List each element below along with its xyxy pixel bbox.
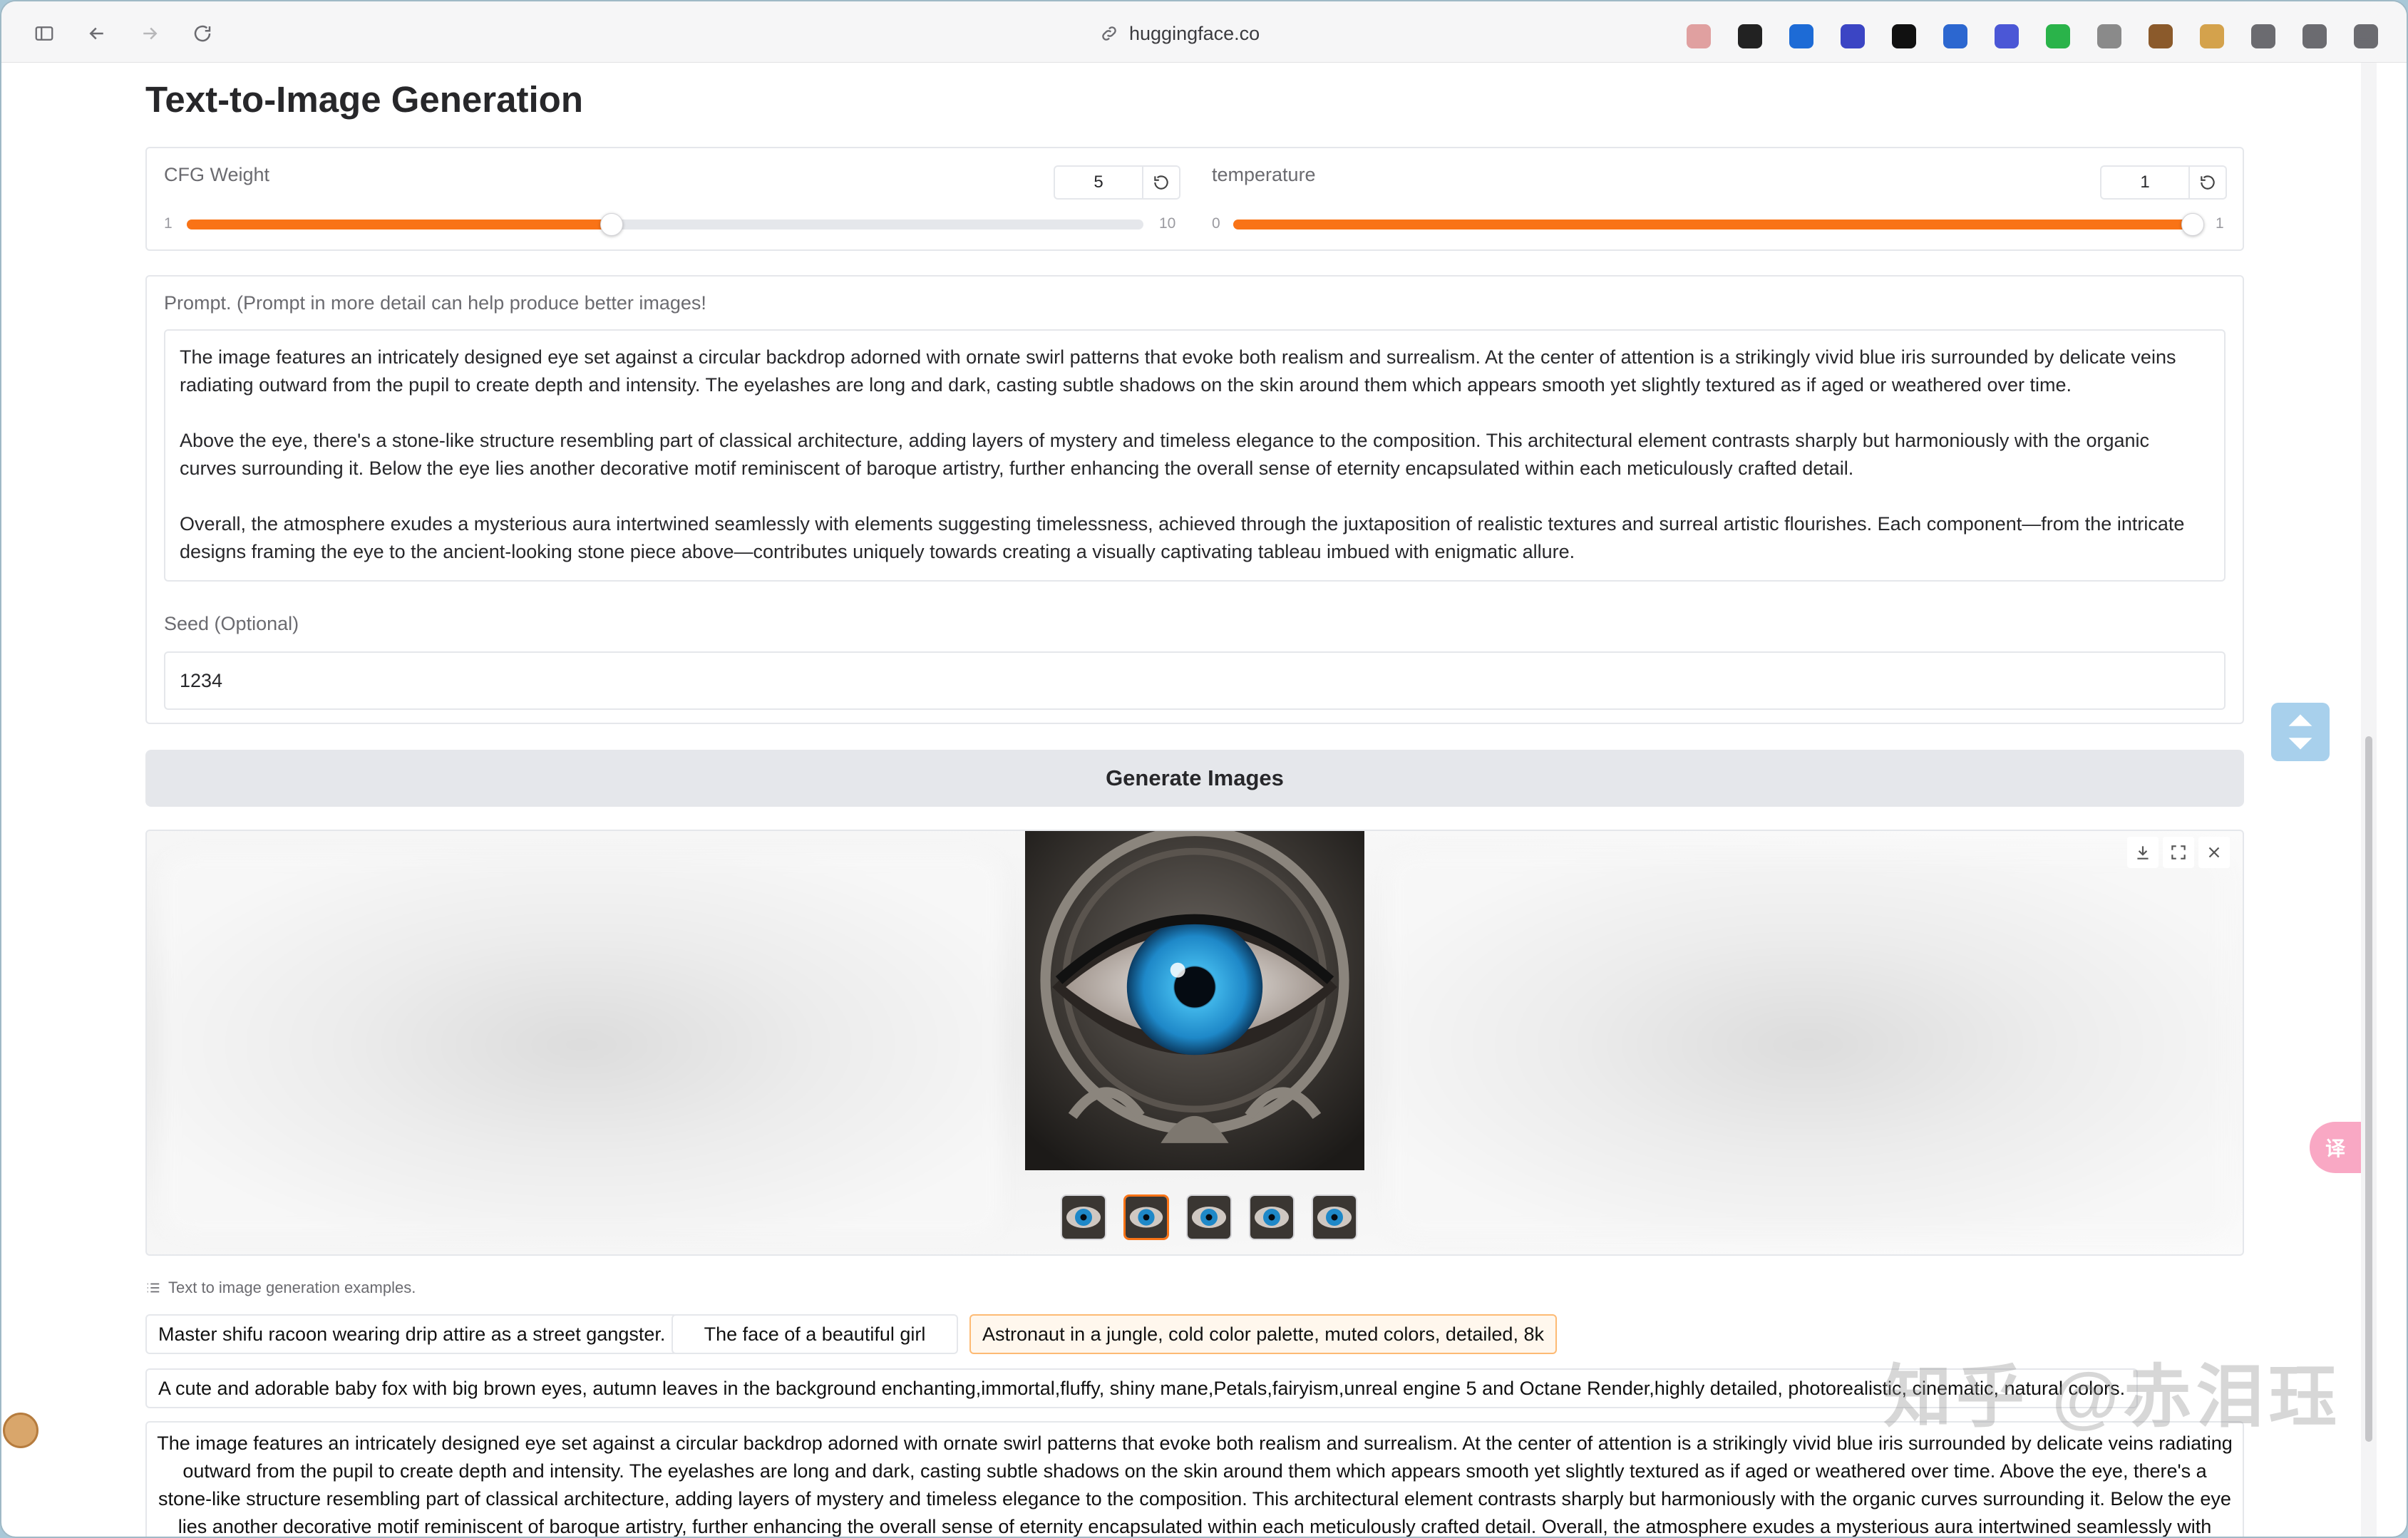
seed-value: 1234 [180,670,223,691]
fullscreen-icon[interactable] [2163,837,2194,868]
translate-button[interactable]: 译 [2310,1122,2361,1173]
temperature-value: 1 [2140,172,2150,192]
seed-input[interactable]: 1234 [164,651,2226,710]
extension-icon[interactable] [1687,24,1711,48]
generate-images-button[interactable]: Generate Images [145,750,2244,807]
generated-image[interactable] [1025,831,1364,1170]
example-chip[interactable]: The face of a beautiful girl [672,1314,958,1354]
cfg-min-label: 1 [164,215,173,232]
gallery-thumbnail[interactable] [1186,1194,1232,1240]
cfg-slider-fill [187,220,612,229]
extension-icon[interactable] [1943,24,1967,48]
cfg-label: CFG Weight [164,164,270,185]
download-icon[interactable] [2127,837,2159,868]
examples-title: Text to image generation examples. [168,1279,416,1296]
browser-window: huggingface.co Text-to-Image Generation … [0,0,2408,1538]
extension-icon[interactable] [1841,24,1865,48]
address-bar[interactable]: huggingface.co [1099,23,1260,44]
sliders-panel: CFG Weight 5 1 10 temperature 1 0 1 [145,147,2244,251]
page-title: Text-to-Image Generation [145,79,583,120]
cfg-number-input[interactable]: 5 [1054,165,1180,200]
temperature-number-input[interactable]: 1 [2100,165,2227,200]
page-scrollbar[interactable] [2361,63,2377,1537]
reload-icon[interactable] [191,23,214,44]
reset-icon[interactable] [2188,167,2226,198]
extension-icon[interactable] [2097,24,2121,48]
link-icon [1102,26,1116,41]
extension-icon[interactable] [2251,24,2275,48]
prompt-paragraph: Above the eye, there's a stone-like stru… [180,430,2150,479]
cfg-value: 5 [1094,172,1103,192]
blurred-backdrop [161,852,1002,1237]
prompt-paragraph: The image features an intricately design… [180,346,2176,396]
temperature-max-label: 1 [2216,215,2224,232]
extension-icon[interactable] [2302,24,2327,48]
gallery-toolbar [2127,837,2230,868]
scroll-thumb[interactable] [2365,736,2372,1442]
image-gallery [145,830,2244,1256]
blurred-backdrop [1387,852,2228,1237]
extension-icon[interactable] [1738,24,1762,48]
cookie-icon[interactable] [3,1413,38,1448]
page-content: Text-to-Image Generation CFG Weight 5 1 … [17,63,2377,1537]
up-down-arrows-icon [2288,714,2312,750]
example-chip[interactable]: Astronaut in a jungle, cold color palett… [969,1314,1557,1354]
reset-icon[interactable] [1142,167,1179,198]
cfg-max-label: 10 [1159,215,1176,232]
watermark: 知乎 @赤泪珏 [1883,1359,2342,1435]
example-chip[interactable]: A cute and adorable baby fox with big br… [145,1368,2139,1408]
cfg-slider-thumb[interactable] [600,213,624,236]
url-text: huggingface.co [1129,22,1260,44]
forward-icon[interactable] [138,23,161,44]
cfg-slider[interactable] [187,213,1143,236]
seed-label: Seed (Optional) [164,613,299,634]
temperature-slider[interactable] [1233,213,2204,236]
browser-toolbar: huggingface.co [1,1,2407,63]
temperature-label: temperature [1212,164,1316,185]
thumbnail-strip [1061,1194,1357,1240]
gallery-thumbnail[interactable] [1312,1194,1357,1240]
gallery-thumbnail[interactable] [1123,1194,1169,1240]
sidebar-toggle-icon[interactable] [33,23,56,44]
example-chip[interactable]: Master shifu racoon wearing drip attire … [145,1314,679,1354]
prompt-paragraph: Overall, the atmosphere exudes a mysteri… [180,513,2185,562]
extension-icon[interactable] [2149,24,2173,48]
prompt-label: Prompt. (Prompt in more detail can help … [164,292,706,314]
back-icon[interactable] [86,23,108,44]
prompt-textarea[interactable]: The image features an intricately design… [164,329,2226,582]
scroll-arrows-button[interactable] [2271,703,2330,761]
list-icon [147,1283,160,1293]
examples-header: Text to image generation examples. [145,1279,416,1297]
gallery-thumbnail[interactable] [1061,1194,1106,1240]
temperature-min-label: 0 [1212,215,1220,232]
prompt-panel: Prompt. (Prompt in more detail can help … [145,275,2244,724]
split-view-icon[interactable] [2352,23,2375,44]
extension-icon[interactable] [2046,24,2070,48]
extension-icon[interactable] [1892,24,1916,48]
extension-icon[interactable] [2200,24,2224,48]
temperature-slider-fill [1233,220,2193,229]
close-icon[interactable] [2198,837,2230,868]
temperature-slider-thumb[interactable] [2181,213,2204,236]
extension-icon[interactable] [1789,24,1813,48]
extension-icon[interactable] [1995,24,2019,48]
gallery-thumbnail[interactable] [1249,1194,1295,1240]
